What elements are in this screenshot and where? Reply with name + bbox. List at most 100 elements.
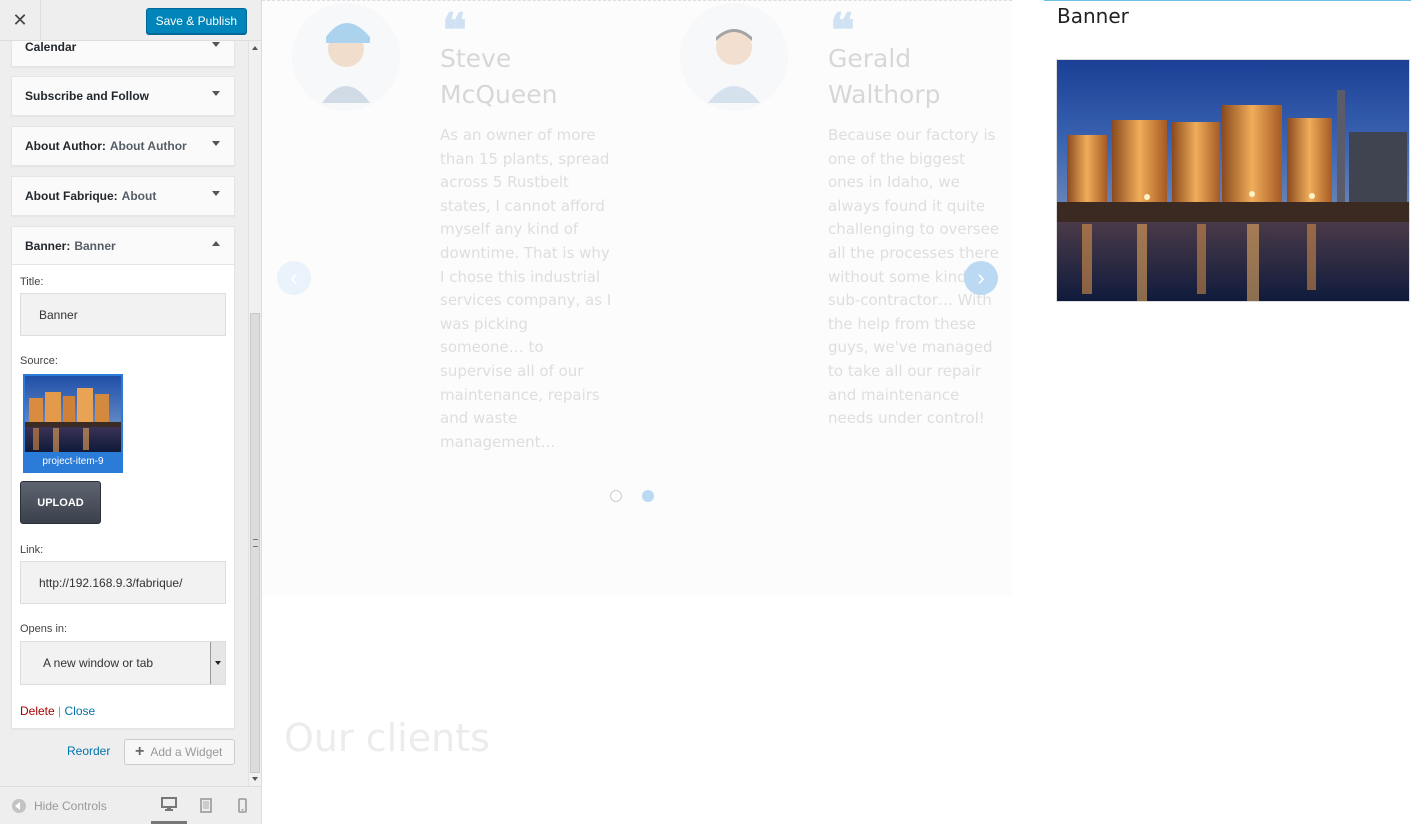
banner-image	[1057, 60, 1409, 301]
preview-tablet-button[interactable]	[188, 787, 224, 824]
carousel-dot-active[interactable]	[642, 490, 654, 502]
scroll-down-arrow[interactable]	[252, 777, 258, 781]
testimonial-line: was picking	[440, 314, 528, 333]
testimonial-line: across 5 Rustbelt	[440, 173, 569, 192]
testimonial-first-name: Steve	[440, 44, 512, 73]
chevron-up-icon[interactable]	[212, 241, 220, 246]
widget-subtitle: About	[121, 189, 157, 203]
avatar	[292, 3, 400, 111]
testimonial-line: the help from these	[828, 314, 976, 333]
desktop-icon	[161, 797, 177, 811]
widget-header[interactable]: About Fabrique: About	[12, 177, 234, 215]
hide-controls-button[interactable]: Hide Controls	[12, 799, 107, 813]
close-link[interactable]: Close	[65, 704, 96, 718]
testimonial-line: always found it quite	[828, 196, 986, 215]
testimonial-text: As an owner of more than 15 plants, spre…	[440, 124, 611, 454]
testimonial-line: maintenance, repairs	[440, 385, 600, 404]
carousel-prev-button[interactable]: ‹	[277, 261, 311, 295]
testimonial-line: ones in Idaho, we	[828, 173, 960, 192]
testimonial-last-name: Walthorp	[828, 80, 941, 109]
testimonial-line: someone… to	[440, 338, 544, 357]
testimonial-line: management…	[440, 432, 556, 451]
chevron-down-icon[interactable]	[212, 91, 220, 96]
scrollbar-thumb[interactable]	[250, 313, 260, 773]
widget-header[interactable]: About Author: About Author	[12, 127, 234, 165]
close-customizer-button[interactable]: ✕	[0, 0, 41, 41]
dropdown-toggle[interactable]	[210, 642, 225, 684]
testimonial-line: than 15 plants, spread	[440, 149, 610, 168]
testimonial-line: myself any kind of	[440, 220, 579, 239]
add-widget-button[interactable]: + Add a Widget	[124, 739, 235, 765]
upload-button[interactable]: UPLOAD	[20, 481, 101, 524]
testimonial-line: As an owner of more	[440, 126, 596, 144]
widget-header[interactable]: Subscribe and Follow	[12, 77, 234, 115]
chevron-down-icon[interactable]	[212, 42, 220, 47]
widget-title: Calendar	[25, 41, 77, 54]
chevron-down-icon[interactable]	[212, 191, 220, 196]
testimonial-line: states, I cannot afford	[440, 196, 605, 215]
delete-link[interactable]: Delete	[20, 704, 55, 718]
testimonial-line: to take all our repair	[828, 361, 982, 380]
carousel-next-button[interactable]: ›	[964, 261, 998, 295]
clients-heading: Our clients	[284, 716, 490, 760]
customizer-footer: Hide Controls	[0, 786, 261, 824]
testimonial-line: and maintenance	[828, 385, 960, 404]
plus-icon: +	[135, 743, 145, 760]
opens-in-select[interactable]: A new window or tab	[20, 641, 226, 685]
reorder-link[interactable]: Reorder	[67, 744, 110, 758]
chevron-left-icon: ‹	[290, 265, 298, 290]
testimonials-section: ❝ Steve McQueen As an owner of more than…	[262, 0, 1012, 596]
link-label: Link:	[20, 544, 44, 556]
save-publish-button[interactable]: Save & Publish	[145, 8, 247, 34]
link-field[interactable]: http://192.168.9.3/fabrique/	[20, 561, 226, 604]
widget-about-fabrique[interactable]: About Fabrique: About	[11, 176, 235, 216]
customizer-header: ✕ Save & Publish	[0, 0, 261, 41]
mobile-icon	[237, 798, 247, 813]
widget-banner: Banner: Banner Title: Banner Source: pro…	[11, 226, 235, 729]
testimonial-name: Gerald Walthorp	[828, 41, 940, 113]
testimonial-line: one of the biggest	[828, 149, 965, 168]
close-icon: ✕	[12, 10, 28, 30]
banner-image-link[interactable]	[1056, 59, 1410, 302]
testimonial-line: I chose this industrial	[440, 267, 601, 286]
testimonial-line: Because our factory is	[828, 126, 996, 144]
banner-title: Banner	[1057, 4, 1129, 28]
opens-in-value: A new window or tab	[43, 656, 154, 670]
testimonial-line: downtime. That is why	[440, 243, 610, 262]
testimonial-last-name: McQueen	[440, 80, 558, 109]
widget-actions: Delete | Close	[20, 704, 95, 718]
opens-in-label: Opens in:	[20, 623, 68, 635]
widget-subtitle: About Author	[109, 139, 187, 153]
avatar-image	[292, 3, 400, 111]
carousel-dot[interactable]	[610, 490, 622, 502]
testimonial-line: needs under control!	[828, 409, 985, 428]
widget-title: About Author:	[25, 139, 106, 153]
widgets-panel: Calendar Subscribe and Follow About Auth…	[0, 41, 248, 786]
title-field[interactable]: Banner	[20, 293, 226, 336]
sidebar-scrollbar[interactable]	[248, 41, 261, 786]
testimonial-line: services company, as I	[440, 291, 612, 310]
widget-subscribe-follow[interactable]: Subscribe and Follow	[11, 76, 235, 116]
actions-separator: |	[58, 704, 62, 718]
title-label: Title:	[20, 276, 44, 288]
source-image-thumbnail[interactable]: project-item-9	[23, 374, 123, 473]
preview-desktop-button[interactable]	[151, 787, 187, 824]
preview-mobile-button[interactable]	[224, 787, 260, 824]
avatar-image	[680, 3, 788, 111]
widget-about-author[interactable]: About Author: About Author	[11, 126, 235, 166]
chevron-down-icon[interactable]	[212, 141, 220, 146]
source-label: Source:	[20, 355, 58, 367]
add-widget-label: Add a Widget	[150, 745, 223, 759]
testimonial-name: Steve McQueen	[440, 41, 557, 113]
widget-header[interactable]: Banner: Banner	[12, 227, 234, 265]
widget-calendar[interactable]: Calendar	[11, 41, 235, 67]
thumbnail-caption: project-item-9	[25, 452, 121, 471]
testimonial-line: and waste	[440, 409, 518, 428]
banner-widget-preview: Banner	[1044, 0, 1411, 824]
scroll-up-arrow[interactable]	[252, 46, 258, 50]
scrollbar-grip	[253, 539, 258, 547]
widget-title: About Fabrique:	[25, 189, 118, 203]
avatar	[680, 3, 788, 111]
collapse-icon	[12, 799, 26, 813]
widget-header[interactable]: Calendar	[12, 41, 234, 66]
